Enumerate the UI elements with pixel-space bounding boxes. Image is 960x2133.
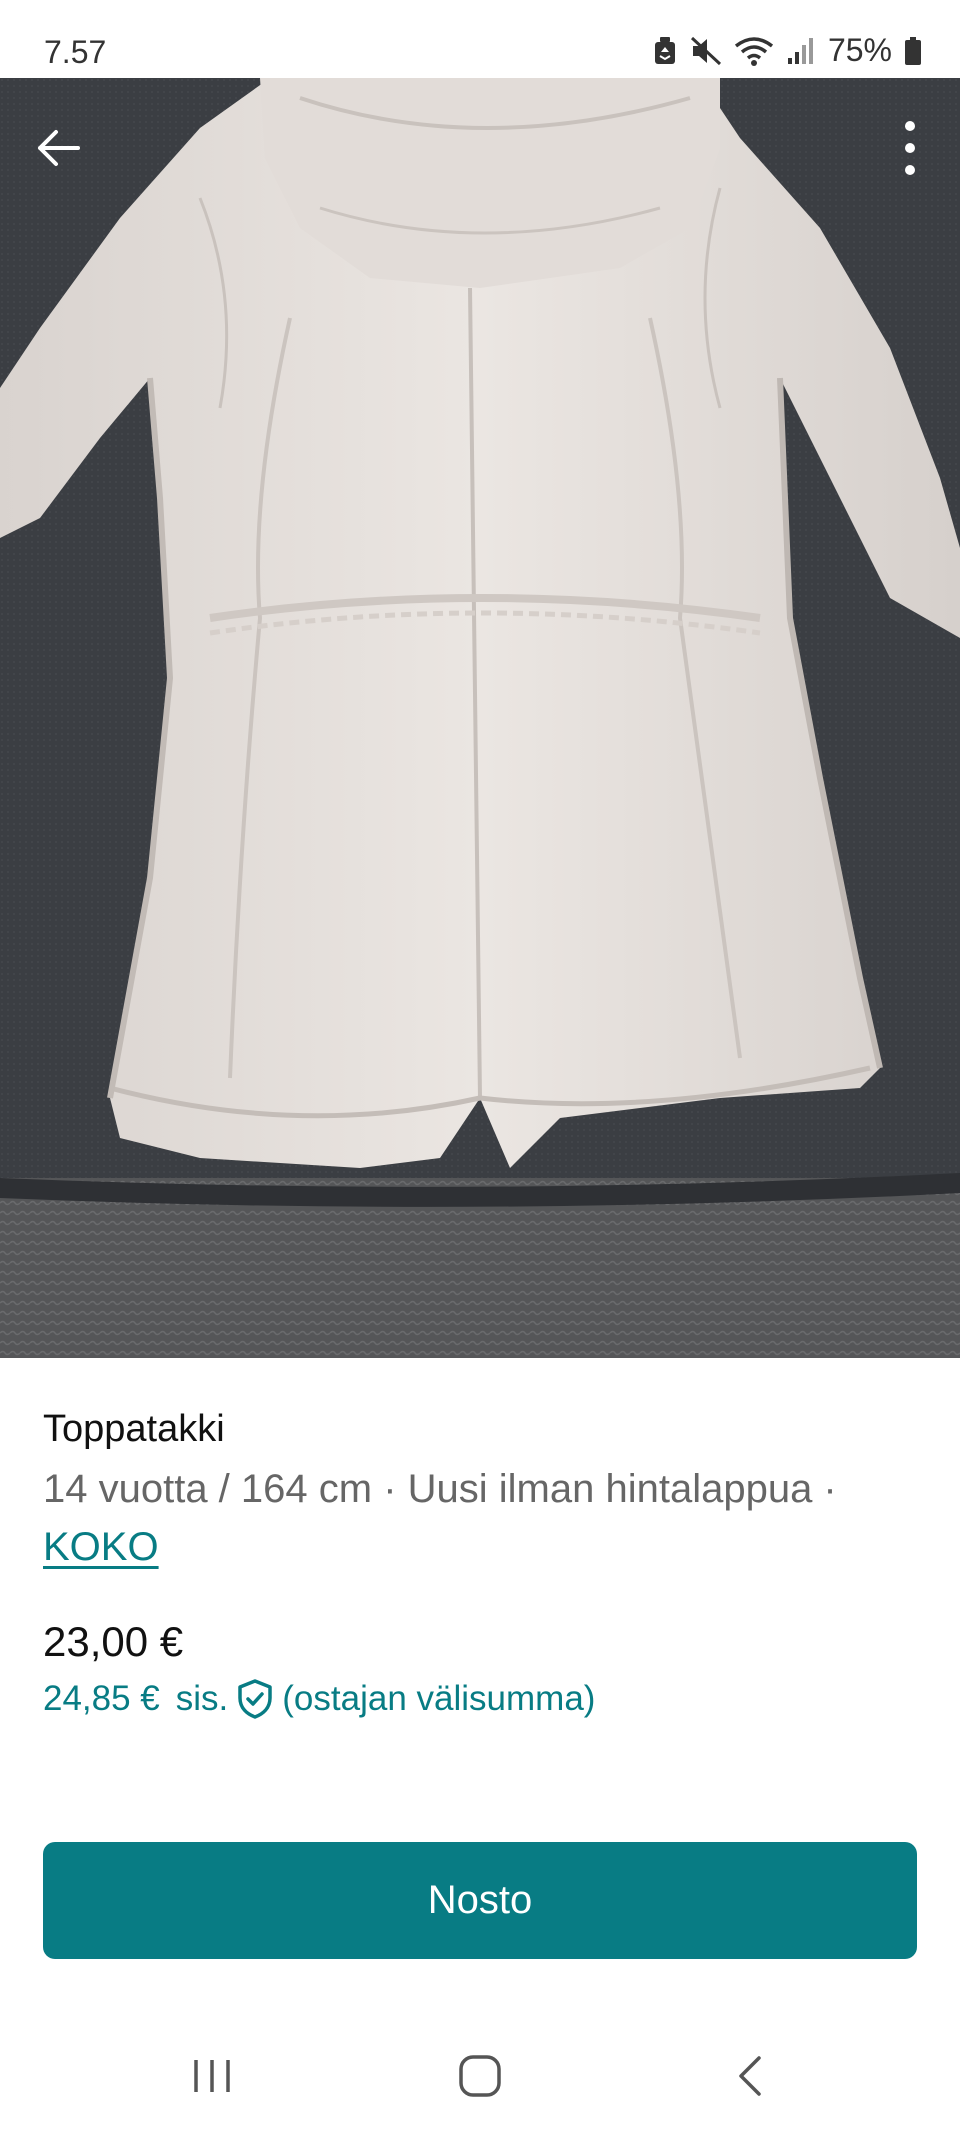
item-info: Toppatakki 14 vuotta / 164 cm · Uusi ilm… bbox=[43, 1398, 923, 1576]
status-bar: 7.57 75% bbox=[0, 0, 960, 78]
shield-check-icon bbox=[236, 1678, 274, 1720]
system-nav-bar bbox=[0, 2020, 960, 2133]
status-icons: 75% bbox=[652, 32, 922, 69]
recent-apps-button[interactable] bbox=[172, 2040, 252, 2116]
back-chevron-icon bbox=[735, 2054, 765, 2103]
incl-label: sis. bbox=[175, 1679, 229, 1718]
wifi-icon bbox=[734, 36, 774, 66]
buy-button[interactable]: Nosto bbox=[43, 1842, 917, 1959]
arrow-left-icon bbox=[34, 128, 82, 173]
screen: 7.57 75% Toppatakki 14 vuotta / 164 cm ·… bbox=[0, 0, 960, 2133]
price-with-protection[interactable]: 24,85 € sis. (ostajan välisumma) bbox=[43, 1678, 595, 1720]
price-incl-value: 24,85 € bbox=[43, 1679, 160, 1718]
more-vertical-icon bbox=[904, 120, 916, 181]
home-icon bbox=[458, 2054, 502, 2103]
signal-icon bbox=[786, 36, 816, 66]
product-photo[interactable] bbox=[0, 78, 960, 1358]
battery-icon bbox=[904, 36, 922, 66]
incl-suffix: (ostajan välisumma) bbox=[282, 1679, 596, 1718]
status-time: 7.57 bbox=[44, 34, 107, 70]
size-link[interactable]: KOKO bbox=[43, 1525, 159, 1569]
recycle-bin-icon bbox=[652, 36, 678, 66]
back-button[interactable] bbox=[28, 120, 88, 180]
battery-percentage: 75% bbox=[827, 32, 892, 68]
system-back-button[interactable] bbox=[710, 2040, 790, 2116]
home-button[interactable] bbox=[440, 2040, 520, 2116]
more-options-button[interactable] bbox=[882, 118, 938, 182]
item-details: 14 vuotta / 164 cm · Uusi ilman hintalap… bbox=[43, 1467, 837, 1511]
mute-icon bbox=[690, 36, 722, 66]
item-title: Toppatakki bbox=[43, 1408, 225, 1450]
recent-apps-icon bbox=[190, 2056, 234, 2101]
item-price: 23,00 € bbox=[43, 1618, 184, 1665]
